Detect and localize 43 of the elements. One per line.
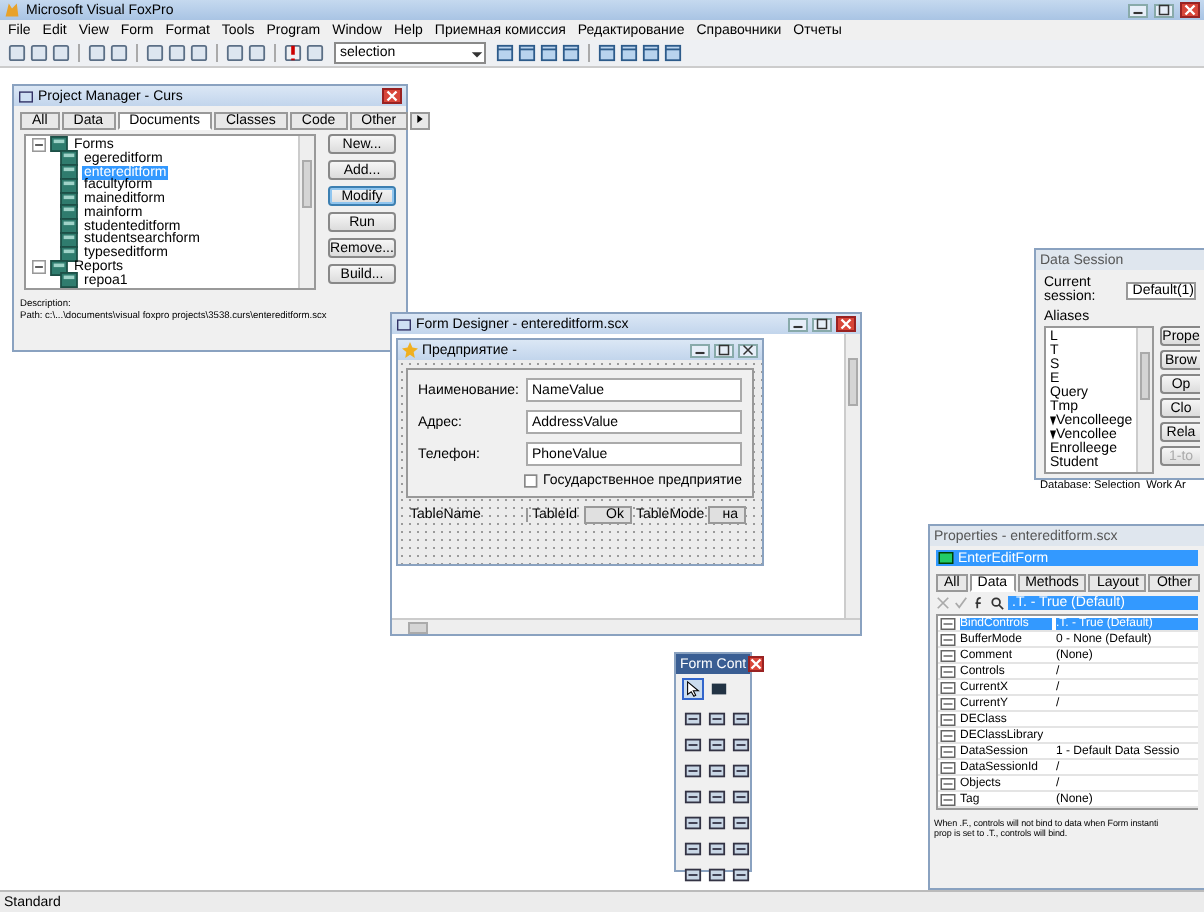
maximize-button[interactable] [714,343,734,357]
close-icon [840,318,852,330]
project-icon [18,89,34,103]
form-file-icon [60,218,78,235]
maximize-button[interactable] [812,317,832,331]
form-file-icon [60,150,78,167]
form-file-icon [60,245,78,262]
minimize-button[interactable] [1128,3,1148,17]
maximize-icon [718,344,730,356]
exclamation-icon[interactable] [284,44,302,62]
close-button[interactable] [1180,2,1200,18]
maximize-icon [816,318,828,330]
close-icon [750,658,763,670]
close-button[interactable] [738,343,758,357]
maximize-button[interactable] [1154,3,1174,17]
form-file-icon [60,204,78,221]
form-file-icon [50,259,68,276]
close-button[interactable] [382,88,402,104]
close-icon [1184,4,1196,16]
right-arrow-icon [416,114,425,124]
form-icon [396,317,412,331]
scroll-tabs-button[interactable] [410,112,431,130]
function-icon[interactable] [972,596,986,610]
zoom-icon[interactable] [990,596,1004,610]
horizontal-scrollbar[interactable] [392,618,860,634]
close-icon [386,90,398,102]
vertical-scrollbar[interactable] [844,334,860,618]
minimize-button[interactable] [690,343,710,357]
checkbox[interactable] [523,474,538,488]
maximize-icon [1158,4,1170,16]
collapse-icon[interactable] [32,260,46,275]
form-icon [938,552,954,564]
minimize-button[interactable] [788,317,808,331]
vertical-scrollbar[interactable] [298,136,314,288]
close-button[interactable] [748,656,765,672]
pointer-tool-icon[interactable] [682,678,704,700]
form-file-icon [60,177,78,194]
vertical-scrollbar[interactable] [1136,328,1153,472]
collapse-icon[interactable] [32,137,46,152]
form-file-icon [50,136,68,153]
star-icon [402,342,418,358]
close-icon [742,344,754,356]
close-button[interactable] [836,316,856,332]
